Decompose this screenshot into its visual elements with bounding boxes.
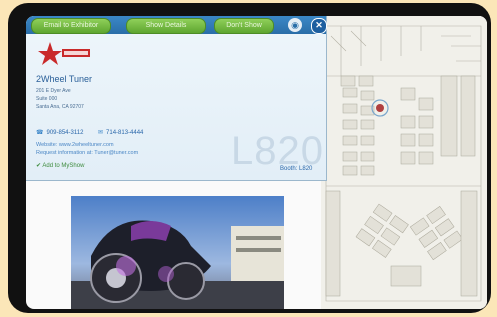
exhibitor-photo [71,196,284,309]
star-logo-icon [38,42,90,65]
exhibitor-logo [38,40,94,68]
address-line-1: 201 E Dyer Ave [36,88,71,94]
screen: Email to Exhibitor Show Details Don't Sh… [26,16,487,309]
floor-plan-drawing [321,16,487,309]
address-line-3: Santa Ana, CA 92707 [36,104,84,110]
phone-number: 909-854-3112 [46,130,84,136]
show-details-button[interactable]: Show Details [126,18,206,34]
fax-icon: ✉ [98,130,104,136]
close-icon[interactable]: ✕ [311,18,327,34]
email-link[interactable]: Request information at: Tuner@tuner.com [36,150,138,156]
dont-show-button[interactable]: Don't Show [214,18,274,34]
booth-link[interactable]: Booth: L820 [280,166,312,172]
fax-number: 714-813-4444 [106,130,144,136]
exhibitor-popup: Email to Exhibitor Show Details Don't Sh… [26,16,327,181]
address-line-2: Suite 000 [36,96,58,102]
add-favorite[interactable]: ✔ Add to MyShow [36,162,84,169]
add-favorite-label: Add to MyShow [42,163,85,169]
email-exhibitor-button[interactable]: Email to Exhibitor [31,18,111,34]
popup-toolbar: Email to Exhibitor Show Details Don't Sh… [26,16,327,34]
phone: ☎ 909-854-3112 [36,129,83,136]
check-icon: ✔ [36,163,42,169]
floor-plan-map[interactable] [321,16,487,309]
exhibitor-name: 2Wheel Tuner [36,74,93,84]
website-link[interactable]: Website: www.2wheeltuner.com [36,142,114,148]
motorcycle-photo [71,196,284,309]
eye-icon[interactable]: ◉ [288,18,302,32]
phone-icon: ☎ [36,130,44,136]
device-frame: Email to Exhibitor Show Details Don't Sh… [8,3,491,313]
fax: ✉ 714-813-4444 [98,129,143,136]
